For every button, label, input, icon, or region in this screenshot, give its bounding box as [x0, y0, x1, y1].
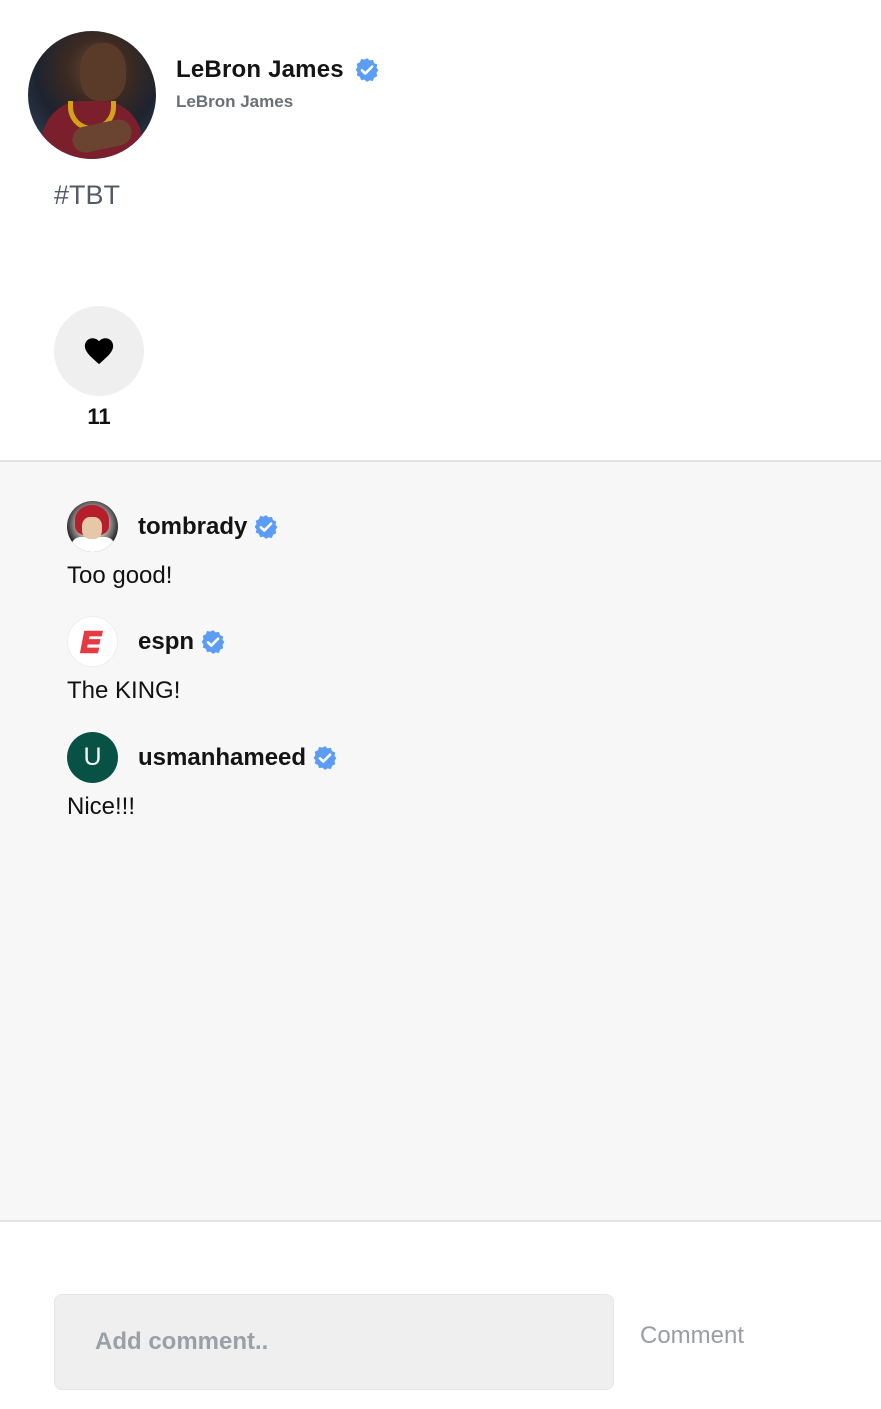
verified-badge-icon — [354, 57, 380, 83]
heart-icon — [84, 338, 114, 365]
commenter-name[interactable]: tombrady — [138, 513, 247, 541]
add-comment-input[interactable] — [54, 1294, 614, 1390]
verified-badge-icon — [312, 745, 338, 771]
espn-logo-icon[interactable] — [67, 616, 118, 667]
comment-item: tombrady Too good! — [67, 501, 279, 590]
comment-text: The KING! — [67, 677, 181, 704]
like-count: 11 — [87, 404, 111, 429]
like-button[interactable] — [54, 306, 144, 396]
comment-text: Nice!!! — [67, 793, 136, 820]
verified-badge-icon — [253, 514, 279, 540]
commenter-name[interactable]: espn — [138, 628, 194, 656]
author-handle: LeBron James — [176, 92, 294, 111]
post-caption: #TBT — [54, 180, 121, 210]
author-info: LeBron James LeBron James — [176, 56, 380, 112]
commenter-avatar[interactable]: U — [67, 732, 118, 783]
author-avatar[interactable] — [28, 31, 156, 159]
commenter-avatar[interactable] — [67, 501, 118, 552]
post-header: LeBron James LeBron James — [28, 31, 380, 159]
comment-text: Too good! — [67, 562, 173, 589]
comment-submit-button[interactable]: Comment — [640, 1322, 744, 1350]
verified-badge-icon — [200, 629, 226, 655]
comments-list[interactable]: tombrady Too good! espn The KING! U usma… — [0, 460, 881, 1222]
commenter-name[interactable]: usmanhameed — [138, 744, 306, 772]
post-detail: LeBron James LeBron James #TBT 11 tombra… — [0, 0, 881, 1409]
comment-item: U usmanhameed Nice!!! — [67, 732, 338, 821]
comment-item: espn The KING! — [67, 616, 226, 705]
author-name[interactable]: LeBron James — [176, 56, 344, 84]
